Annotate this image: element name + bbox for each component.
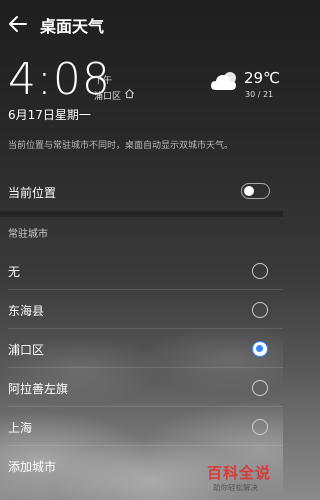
info-note: 当前位置与常驻城市不同时，桌面自动显示双城市天气。 <box>8 141 234 151</box>
toggle-knob <box>244 185 254 196</box>
city-option-row[interactable]: 无 <box>0 251 283 290</box>
current-location-label: 当前位置 <box>8 186 57 200</box>
city-option-label: 阿拉善左旗 <box>8 382 69 396</box>
watermark-title: 百科全说 <box>207 464 272 482</box>
clock-date: 6月17日星期一 <box>8 108 91 122</box>
city-option-row[interactable]: 上海 <box>0 407 283 446</box>
temperature: 29℃ <box>244 69 280 87</box>
temperature-range: 30 / 21 <box>245 90 274 99</box>
city-option-row[interactable]: 东海县 <box>0 290 283 329</box>
add-city-label: 添加城市 <box>8 460 57 474</box>
city-option-radio[interactable] <box>252 419 268 435</box>
arrow-left-icon[interactable] <box>6 12 30 36</box>
section-separator <box>0 211 283 217</box>
city-option-radio[interactable] <box>252 302 268 318</box>
city-option-radio[interactable] <box>252 263 268 279</box>
city-option-row[interactable]: 阿拉善左旗 <box>0 368 283 407</box>
city-option-label: 上海 <box>8 421 33 435</box>
partly-cloudy-icon <box>211 72 236 90</box>
city-option-row[interactable]: 浦口区 <box>0 329 283 368</box>
current-location-row[interactable]: 当前位置 <box>0 172 283 211</box>
city-option-label: 东海县 <box>8 304 45 318</box>
resident-city-section-title: 常驻城市 <box>8 229 48 240</box>
clock-district: 浦口区 <box>94 92 122 102</box>
watermark-logo: 百科全说 助你轻松解决 <box>205 462 279 494</box>
watermark-subtitle: 助你轻松解决 <box>213 483 258 492</box>
city-option-label: 浦口区 <box>8 343 45 357</box>
page-title: 桌面天气 <box>40 17 105 36</box>
city-option-label: 无 <box>8 265 21 279</box>
header-bar: 桌面天气 <box>0 0 283 48</box>
clock-ampm: 下午 <box>94 76 113 86</box>
home-icon <box>125 89 134 99</box>
current-location-toggle[interactable] <box>241 183 270 199</box>
city-option-radio-selected[interactable] <box>252 341 268 357</box>
city-option-radio[interactable] <box>252 380 268 396</box>
